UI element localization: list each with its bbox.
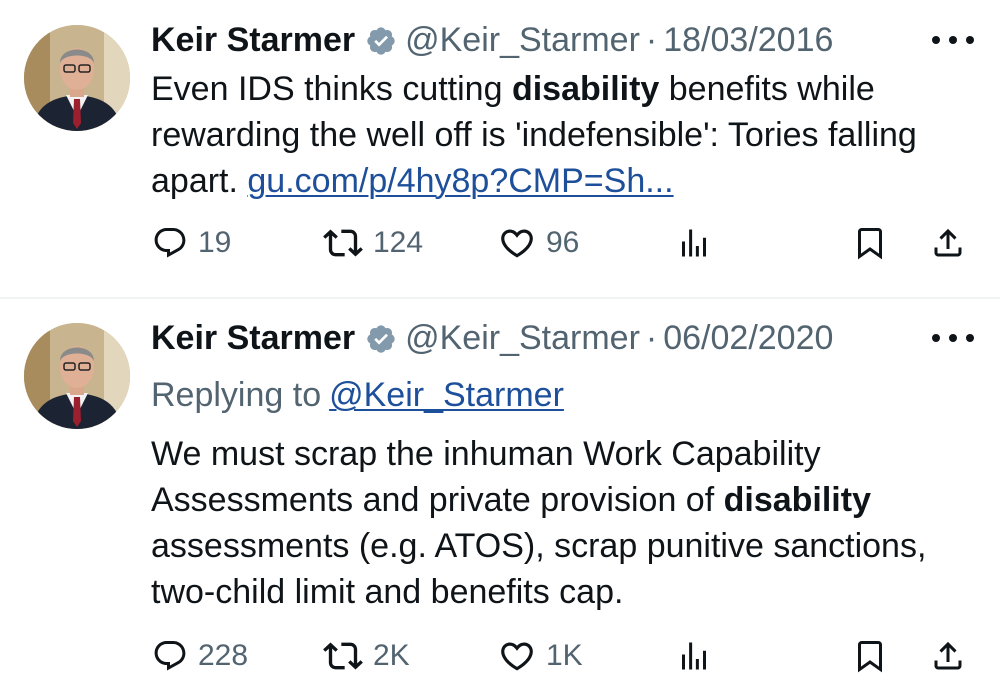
retweet-count: 124 <box>373 226 424 259</box>
reply-icon <box>152 225 188 261</box>
tweet-link[interactable]: gu.com/p/4hy8p?CMP=Sh... <box>247 162 673 200</box>
share-button[interactable] <box>930 631 966 681</box>
verified-badge-icon[interactable] <box>365 322 397 354</box>
action-bar: 228 2K 1K <box>0 631 1000 681</box>
avatar[interactable] <box>24 323 130 429</box>
retweet-icon <box>323 223 363 263</box>
retweet-button[interactable]: 124 <box>323 218 423 268</box>
views-button[interactable] <box>676 631 712 681</box>
bookmark-icon <box>852 638 888 674</box>
tweet-text-part: We must scrap the inhuman Work Capabilit… <box>151 435 821 519</box>
tweet[interactable]: Keir Starmer @Keir_Starmer · 06/02/2020 … <box>0 298 1000 682</box>
reply-count: 19 <box>198 226 232 259</box>
tweet-date[interactable]: 06/02/2020 <box>663 316 833 360</box>
tweet[interactable]: Keir Starmer @Keir_Starmer · 18/03/2016 … <box>0 0 1000 298</box>
author-name[interactable]: Keir Starmer <box>151 18 355 62</box>
tweet-text-part: assessments (e.g. ATOS), scrap punitive … <box>151 527 927 611</box>
views-button[interactable] <box>676 218 712 268</box>
share-button[interactable] <box>930 218 966 268</box>
share-icon <box>930 638 966 674</box>
like-count: 1K <box>546 639 583 672</box>
tweet-text-part: Even IDS thinks cutting <box>151 70 512 108</box>
author-name[interactable]: Keir Starmer <box>151 316 355 360</box>
reply-button[interactable]: 228 <box>152 631 248 681</box>
highlighted-keyword: disability <box>723 481 871 519</box>
reply-icon <box>152 638 188 674</box>
like-button[interactable]: 96 <box>498 218 579 268</box>
like-count: 96 <box>546 226 580 259</box>
retweet-button[interactable]: 2K <box>323 631 410 681</box>
like-button[interactable]: 1K <box>498 631 583 681</box>
more-options-icon[interactable] <box>932 30 974 50</box>
tweet-header: Keir Starmer @Keir_Starmer · 06/02/2020 <box>151 316 833 360</box>
highlighted-keyword: disability <box>511 70 660 108</box>
tweet-text: We must scrap the inhuman Work Capabilit… <box>151 431 971 615</box>
retweet-icon <box>323 636 363 676</box>
views-icon <box>676 225 712 261</box>
tweet-header: Keir Starmer @Keir_Starmer · 18/03/2016 <box>151 18 833 62</box>
tweet-date[interactable]: 18/03/2016 <box>663 18 833 62</box>
share-icon <box>930 225 966 261</box>
reply-count: 228 <box>198 639 249 672</box>
bookmark-button[interactable] <box>852 631 888 681</box>
reply-button[interactable]: 19 <box>152 218 231 268</box>
author-handle[interactable]: @Keir_Starmer <box>405 316 640 360</box>
author-handle[interactable]: @Keir_Starmer <box>405 18 640 62</box>
avatar[interactable] <box>24 25 130 131</box>
tweet-text: Even IDS thinks cutting disability benef… <box>151 66 971 204</box>
verified-badge-icon[interactable] <box>365 24 397 56</box>
replying-to: Replying to @Keir_Starmer <box>151 372 564 418</box>
action-bar: 19 124 96 <box>0 218 1000 268</box>
bookmark-button[interactable] <box>852 218 888 268</box>
retweet-count: 2K <box>373 639 410 672</box>
bookmark-icon <box>852 225 888 261</box>
separator: · <box>645 21 658 59</box>
replying-to-label: Replying to <box>151 376 322 414</box>
views-icon <box>676 638 712 674</box>
like-icon <box>498 224 536 262</box>
replying-to-handle[interactable]: @Keir_Starmer <box>329 376 564 414</box>
separator: · <box>645 319 658 357</box>
like-icon <box>498 637 536 675</box>
more-options-icon[interactable] <box>932 328 974 348</box>
